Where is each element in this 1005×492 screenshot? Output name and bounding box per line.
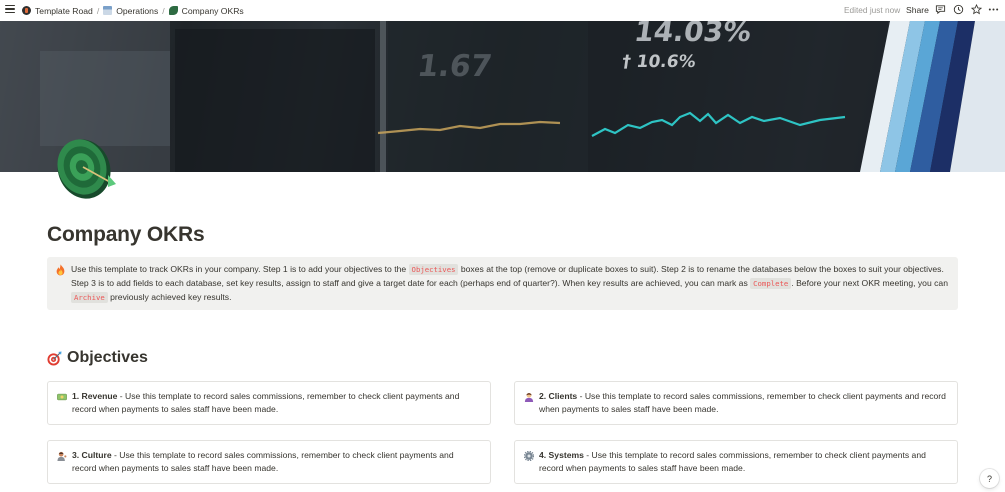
edited-status: Edited just now	[844, 5, 901, 15]
callout-text: . Before your next OKR meeting, you can	[791, 277, 948, 288]
inline-code-archive: Archive	[71, 291, 108, 303]
top-bar: Template Road / Operations / Company OKR…	[0, 0, 1005, 21]
page-title[interactable]: Company OKRs	[47, 223, 205, 247]
stock-ticker-cover-art: 14.03% † 10.6% 1.67	[0, 21, 1005, 172]
dart-target-icon	[47, 350, 62, 366]
objectives-heading[interactable]: Objectives	[47, 349, 148, 367]
objective-description: - Use this template to record sales comm…	[539, 391, 946, 414]
objective-card-culture[interactable]: 3. Culture - Use this template to record…	[47, 440, 491, 484]
money-icon	[57, 393, 67, 401]
person-tipping-hand-icon	[57, 451, 67, 461]
objective-card-systems[interactable]: 4. Systems - Use this template to record…	[514, 440, 958, 484]
breadcrumb-company-okrs[interactable]: Company OKRs	[168, 5, 244, 16]
fire-icon	[56, 264, 65, 276]
objective-card-revenue[interactable]: 1. Revenue - Use this template to record…	[47, 381, 491, 425]
breadcrumb-label: Template Road	[35, 5, 93, 16]
breadcrumb: Template Road / Operations / Company OKR…	[22, 0, 244, 21]
objective-title: 2. Clients	[539, 391, 578, 401]
sidebar-menu-icon[interactable]	[5, 5, 15, 15]
breadcrumb-separator: /	[162, 5, 165, 16]
cover-ticker-value: 1.67	[415, 49, 494, 84]
objective-title: 3. Culture	[72, 450, 112, 460]
objective-description: - Use this template to record sales comm…	[72, 450, 454, 473]
breadcrumb-separator: /	[96, 5, 100, 16]
person-icon	[524, 393, 534, 402]
breadcrumb-label: Company OKRs	[181, 5, 244, 16]
favorite-star-icon[interactable]	[971, 4, 982, 15]
callout-text: Use this template to track OKRs in your …	[71, 264, 409, 274]
template-road-logo-icon	[22, 6, 31, 15]
objectives-heading-text: Objectives	[67, 349, 148, 366]
breadcrumb-template-road[interactable]: Template Road	[22, 6, 93, 16]
comments-icon[interactable]	[935, 4, 946, 15]
target-bullseye-icon[interactable]	[50, 133, 120, 203]
breadcrumb-operations[interactable]: Operations	[103, 6, 158, 16]
cover-ticker-percent: 14.03%	[632, 21, 753, 48]
operations-page-icon	[103, 6, 113, 15]
callout-text: previously achieved key results.	[107, 291, 232, 302]
okr-leaf-icon	[168, 6, 178, 15]
objective-card-clients[interactable]: 2. Clients - Use this template to record…	[514, 381, 958, 425]
instructions-callout[interactable]: Use this template to track OKRs in your …	[47, 257, 958, 310]
objective-title: 1. Revenue	[72, 391, 118, 401]
objective-description: - Use this template to record sales comm…	[539, 450, 926, 473]
objective-title: 4. Systems	[539, 450, 584, 460]
breadcrumb-label: Operations	[116, 5, 159, 16]
cover-image: 14.03% † 10.6% 1.67	[0, 21, 1005, 172]
more-icon[interactable]	[988, 4, 999, 15]
help-button[interactable]: ?	[980, 469, 999, 488]
share-button[interactable]: Share	[906, 5, 929, 15]
objective-description: - Use this template to record sales comm…	[72, 391, 460, 414]
cover-ticker-change: † 10.6%	[621, 52, 697, 72]
inline-code-complete: Complete	[750, 277, 792, 289]
history-icon[interactable]	[953, 4, 964, 15]
gear-icon	[524, 451, 534, 461]
inline-code-objectives: Objectives	[408, 264, 459, 275]
